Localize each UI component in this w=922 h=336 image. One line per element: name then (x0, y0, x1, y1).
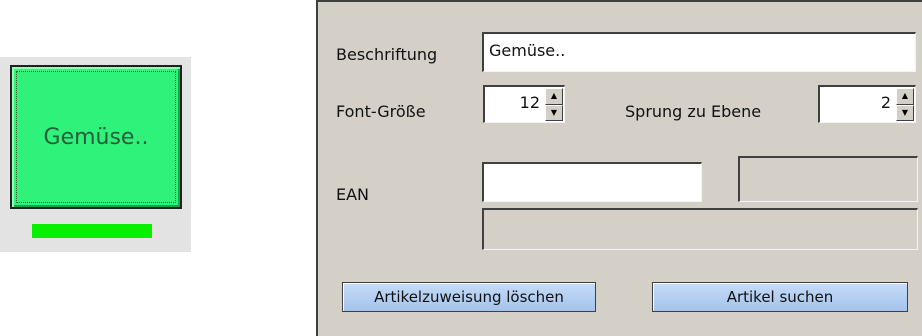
preview-button-label: Gemüse.. (43, 124, 149, 150)
clear-assignment-button[interactable]: Artikelzuweisung löschen (342, 282, 596, 312)
ean-aux-field (738, 156, 918, 202)
ean-label: EAN (336, 185, 370, 204)
jump-level-label: Sprung zu Ebene (625, 102, 762, 121)
arrow-up-icon[interactable]: ▲ (545, 88, 563, 105)
arrow-up-icon[interactable]: ▲ (896, 88, 914, 105)
article-name-field (482, 208, 918, 250)
jump-level-stepper[interactable]: 2 ▲ ▼ (818, 85, 916, 123)
beschriftung-label: Beschriftung (336, 45, 438, 64)
button-preview: Gemüse.. (0, 57, 191, 252)
font-size-spin-buttons: ▲ ▼ (545, 88, 563, 121)
font-size-stepper[interactable]: 12 ▲ ▼ (483, 85, 565, 123)
jump-level-spin-buttons: ▲ ▼ (896, 88, 914, 121)
search-article-button[interactable]: Artikel suchen (652, 282, 908, 312)
color-indicator-bar (32, 224, 152, 238)
ean-input[interactable] (482, 162, 702, 202)
arrow-down-icon[interactable]: ▼ (545, 104, 563, 121)
jump-level-value: 2 (880, 93, 891, 112)
beschriftung-input[interactable]: Gemüse.. (482, 32, 916, 72)
font-size-value: 12 (519, 93, 540, 112)
preview-focus-rect: Gemüse.. (16, 71, 176, 203)
preview-button[interactable]: Gemüse.. (10, 65, 182, 209)
arrow-down-icon[interactable]: ▼ (896, 104, 914, 121)
font-size-label: Font-Größe (336, 102, 426, 121)
properties-panel: Beschriftung Gemüse.. Font-Größe 12 ▲ ▼ … (316, 0, 922, 336)
